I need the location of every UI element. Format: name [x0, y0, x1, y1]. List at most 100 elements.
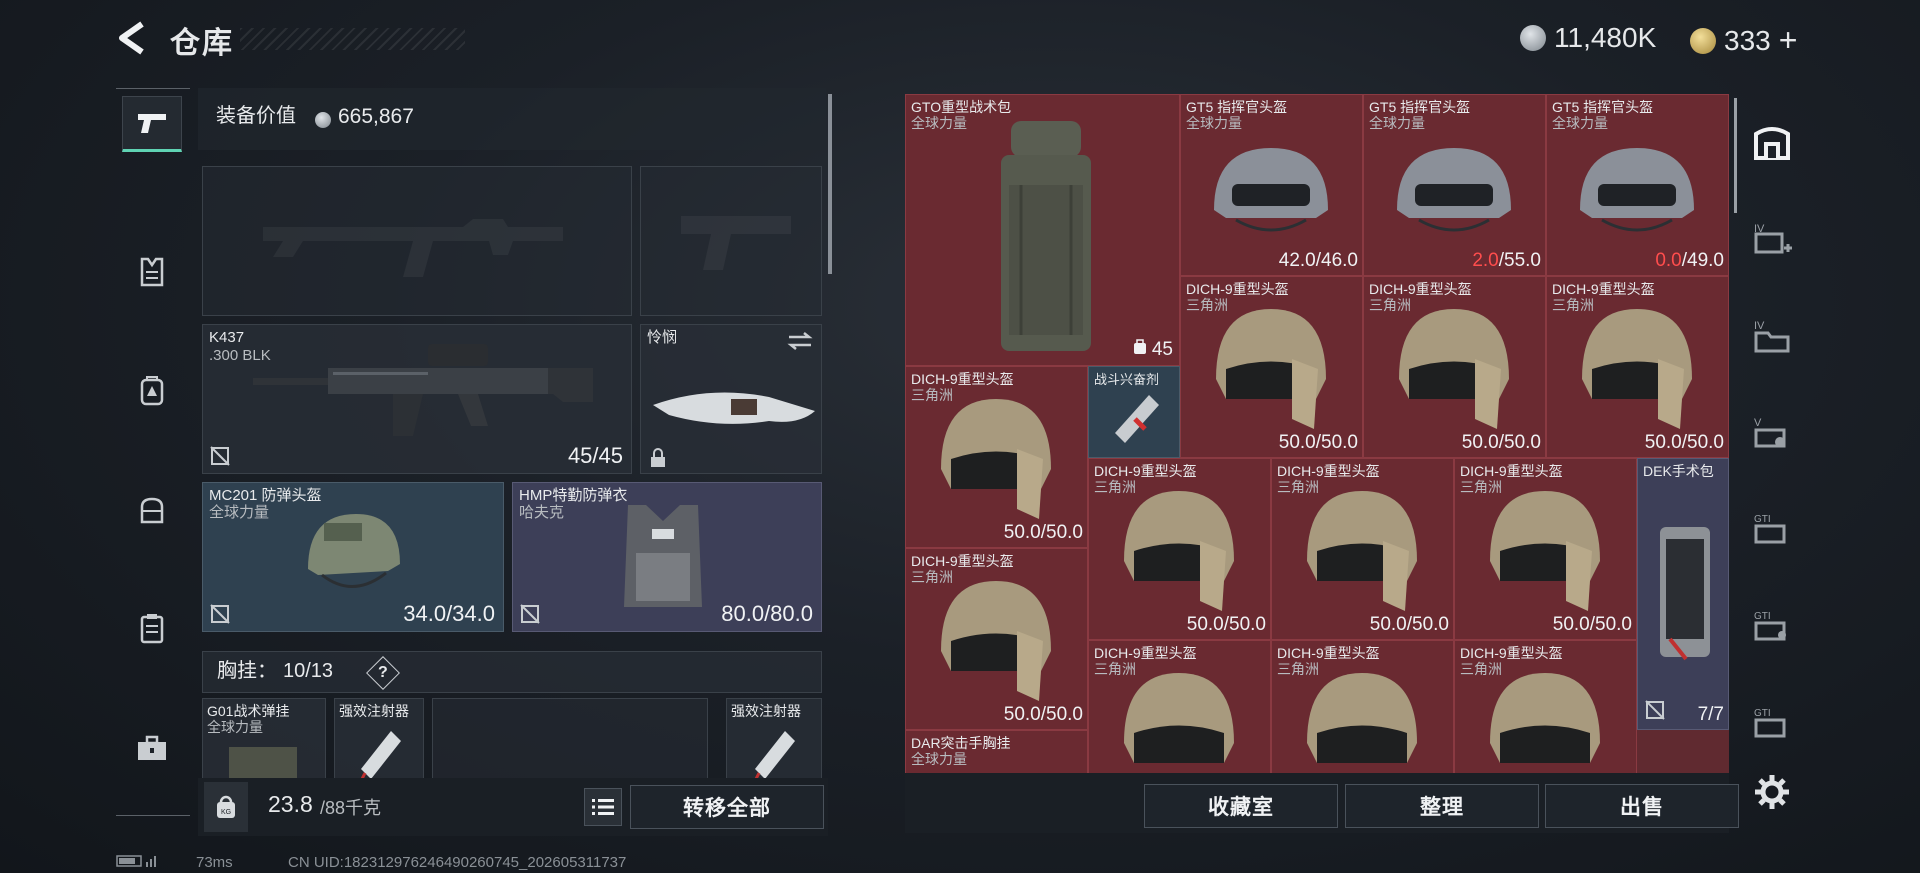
vest-image — [624, 505, 702, 607]
grid-item-chest-rig[interactable]: DAR突击手胸挂 全球力量 — [905, 730, 1088, 773]
backpack-small-icon — [1133, 339, 1146, 354]
grid-item-helmet[interactable]: DICH-9重型头盔 三角洲 — [1454, 640, 1637, 773]
toolbox-icon — [138, 735, 166, 760]
list-view-button[interactable] — [584, 788, 622, 826]
sell-button[interactable]: 出售 — [1545, 784, 1739, 828]
storage-ext-4-folder-icon[interactable]: IV — [1752, 315, 1792, 355]
item-name: DICH-9重型头盔 — [911, 553, 1014, 569]
transfer-all-button[interactable]: 转移全部 — [630, 785, 824, 829]
item-name: DICH-9重型头盔 — [1460, 645, 1563, 661]
grid-item-medkit[interactable]: DEK手术包 7/7 — [1637, 458, 1729, 730]
weight-current: 23.8 — [268, 791, 313, 817]
grid-item-helmet[interactable]: DICH-9重型头盔 三角洲 50.0/50.0 — [1546, 276, 1729, 458]
help-mark[interactable]: ? — [378, 664, 388, 681]
storage-gti-3-icon[interactable]: GTI — [1752, 702, 1792, 742]
injector-name: 强效注射器 — [731, 703, 801, 719]
pistol-silhouette-icon — [681, 216, 791, 270]
back-arrow-icon[interactable] — [112, 18, 152, 58]
storage-gti-1-icon[interactable]: GTI — [1752, 508, 1792, 548]
scrollbar[interactable] — [828, 94, 832, 274]
svg-text:GTI: GTI — [1754, 514, 1771, 525]
svg-text:GTI: GTI — [1754, 611, 1771, 622]
svg-text:GTI: GTI — [1754, 708, 1771, 719]
svg-text:KG: KG — [221, 809, 231, 816]
add-currency-button[interactable]: + — [1779, 22, 1798, 59]
grid-item-helmet[interactable]: DICH-9重型头盔 三角洲 — [1271, 640, 1454, 773]
tab-armor[interactable] — [122, 244, 182, 300]
heavy-helmet-image — [1124, 491, 1234, 611]
warehouse-icon[interactable] — [1752, 122, 1792, 162]
stim-injector-icon — [1115, 395, 1159, 443]
item-name: DICH-9重型头盔 — [1552, 281, 1655, 297]
item-name: DICH-9重型头盔 — [1277, 645, 1380, 661]
item-durability: 50.0/50.0 — [1369, 614, 1449, 635]
page-title: 仓库 — [170, 27, 234, 60]
armor-slot[interactable]: HMP特勤防弹衣 哈夫克 80.0/80.0 — [512, 482, 822, 632]
grid-item-backpack[interactable]: GTO重型战术包 全球力量 45 — [905, 94, 1180, 366]
item-name: DICH-9重型头盔 — [1094, 645, 1197, 661]
item-name: GT5 指挥官头盔 — [1552, 99, 1654, 115]
case-icon — [140, 614, 164, 644]
grid-item-helmet[interactable]: DICH-9重型头盔 三角洲 50.0/50.0 — [1271, 458, 1454, 640]
helmet-slot[interactable]: MC201 防弹头盔 全球力量 34.0/34.0 — [202, 482, 504, 632]
melee-name: 怜悯 — [647, 329, 678, 346]
rig-slot-1[interactable]: G01战术弹挂 全球力量 — [202, 698, 326, 789]
grid-item-helmet[interactable]: DICH-9重型头盔 三角洲 50.0/50.0 — [905, 548, 1088, 730]
weapon-ammo-count: 45/45 — [567, 443, 623, 468]
chest-rig-count: 10/13 — [283, 660, 334, 682]
heavy-helmet-image — [1307, 491, 1417, 611]
item-durability: 42.0/46.0 — [1279, 250, 1358, 272]
item-durability: 50.0/50.0 — [1003, 522, 1083, 543]
item-faction: 全球力量 — [1369, 115, 1425, 131]
rig-slot-3[interactable]: 强效注射器 — [726, 698, 822, 788]
storage-gti-2-icon[interactable]: GTI — [1752, 605, 1792, 645]
grid-item-helmet[interactable]: DICH-9重型头盔 三角洲 50.0/50.0 — [1180, 276, 1363, 458]
svg-text:V: V — [1754, 417, 1762, 429]
gold-coin-icon — [1690, 27, 1716, 54]
heavy-helmet-image — [1124, 673, 1234, 763]
grid-item-stimulant[interactable]: 战斗兴奋剂 — [1088, 366, 1180, 458]
equip-value-bar: 装备价值 665,867 — [198, 88, 826, 150]
primary-weapon-slot-empty[interactable] — [202, 166, 632, 316]
rig-slot-empty[interactable] — [432, 698, 708, 788]
tab-container[interactable] — [122, 600, 182, 656]
durability-current: 0.0 — [1655, 250, 1682, 271]
grid-item-helmet[interactable]: GT5 指挥官头盔 全球力量 2.0/55.0 — [1363, 94, 1546, 276]
silver-coin-icon — [315, 112, 331, 128]
grid-item-helmet[interactable]: DICH-9重型头盔 三角洲 50.0/50.0 — [1454, 458, 1637, 640]
chest-rig-label: 胸挂： — [217, 660, 277, 682]
storage-ext-5-icon[interactable]: V — [1752, 412, 1792, 452]
tab-weapons[interactable] — [122, 96, 182, 152]
backpack-icon — [140, 376, 164, 406]
grid-item-helmet[interactable]: DICH-9重型头盔 三角洲 50.0/50.0 — [905, 366, 1088, 548]
storage-grid: GTO重型战术包 全球力量 45 GT5 指挥官头盔 全球力量 42.0/46.… — [905, 94, 1729, 773]
melee-slot[interactable]: 怜悯 — [640, 324, 822, 474]
tab-backpack[interactable] — [122, 362, 182, 418]
tab-toolbox[interactable] — [122, 720, 182, 776]
heavy-helmet-image — [941, 581, 1051, 701]
settings-gear-icon[interactable] — [1752, 772, 1792, 812]
helmet-durability: 34.0/34.0 — [403, 601, 495, 626]
primary-weapon-slot[interactable]: K437 .300 BLK 45/45 — [202, 324, 632, 474]
grid-item-helmet[interactable]: DICH-9重型头盔 三角洲 — [1088, 640, 1271, 773]
no-insure-icon — [210, 604, 230, 624]
chest-rig-bar: 胸挂： 10/13 ? — [202, 651, 822, 693]
rig-slot-2[interactable]: 强效注射器 — [334, 698, 424, 788]
collection-room-button[interactable]: 收藏室 — [1144, 784, 1338, 828]
armor-name: HMP特勤防弹衣 — [519, 487, 628, 504]
currency-gold: 333 + — [1690, 22, 1797, 59]
sort-button[interactable]: 整理 — [1345, 784, 1539, 828]
swap-icon[interactable] — [787, 331, 813, 351]
svg-text:IV: IV — [1754, 320, 1765, 332]
grid-item-helmet[interactable]: DICH-9重型头盔 三角洲 50.0/50.0 — [1363, 276, 1546, 458]
grid-item-helmet[interactable]: GT5 指挥官头盔 全球力量 42.0/46.0 — [1180, 94, 1363, 276]
helmet-faction: 全球力量 — [209, 504, 270, 521]
commander-helmet-image — [1580, 148, 1694, 232]
heavy-helmet-image — [941, 399, 1051, 519]
grid-item-helmet[interactable]: GT5 指挥官头盔 全球力量 0.0/49.0 — [1546, 94, 1729, 276]
grid-item-helmet[interactable]: DICH-9重型头盔 三角洲 50.0/50.0 — [1088, 458, 1271, 640]
tab-pouch[interactable] — [122, 482, 182, 538]
storage-ext-4-add-icon[interactable]: IV — [1752, 218, 1792, 258]
title-stripe — [240, 28, 465, 50]
secondary-weapon-slot-empty[interactable] — [640, 166, 822, 316]
